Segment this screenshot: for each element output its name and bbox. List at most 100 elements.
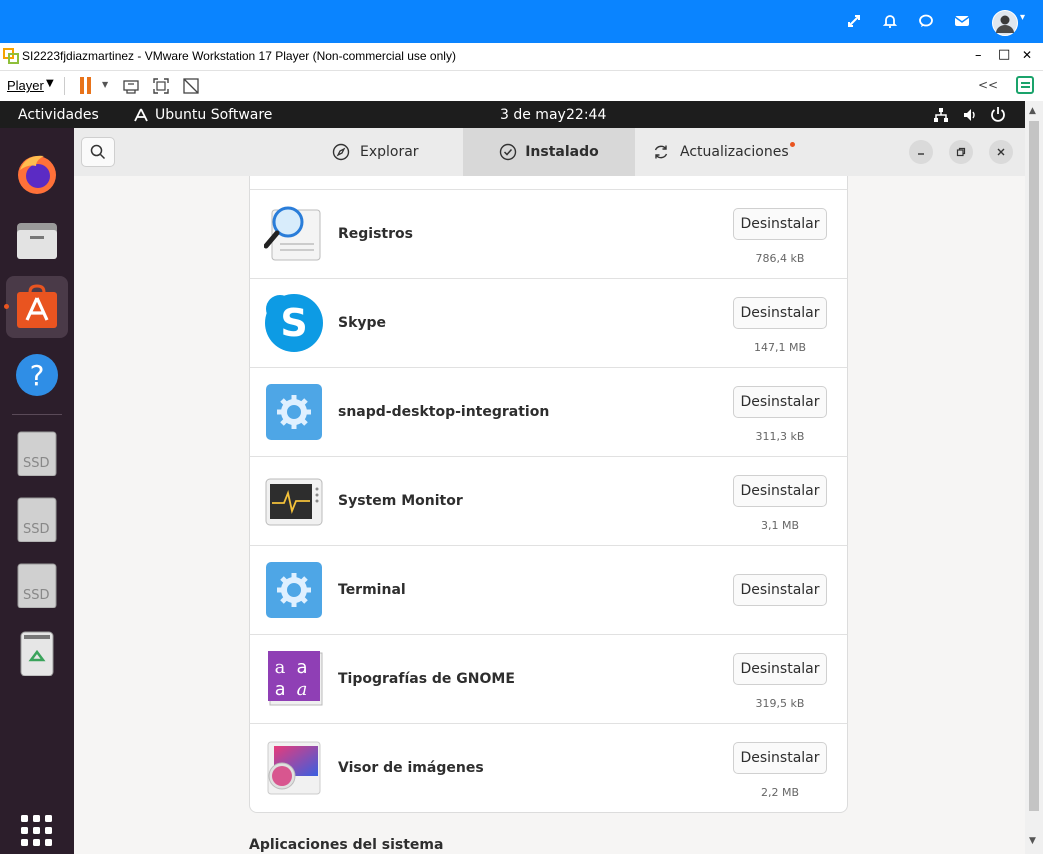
files-icon[interactable] xyxy=(14,218,60,264)
app-name: System Monitor xyxy=(338,493,463,509)
chat-icon[interactable] xyxy=(915,10,937,32)
running-indicator xyxy=(4,304,9,309)
scroll-up-arrow[interactable]: ▲ xyxy=(1029,106,1036,116)
unity-icon[interactable] xyxy=(182,77,200,95)
fullscreen-icon[interactable] xyxy=(152,77,170,95)
minimize-button[interactable] xyxy=(909,140,933,164)
app-size: 147,1 MB xyxy=(753,341,807,354)
app-name: snapd-desktop-integration xyxy=(338,404,550,420)
restore-button[interactable] xyxy=(949,140,973,164)
network-icon[interactable] xyxy=(933,107,949,123)
close-button[interactable]: ✕ xyxy=(1022,48,1032,62)
scroll-down-arrow[interactable]: ▼ xyxy=(1029,836,1036,846)
gear-app-icon xyxy=(264,560,324,620)
logs-icon xyxy=(263,204,324,264)
list-item-tipografias-de-gnome[interactable]: aaaa Tipografías de GNOME Desinstalar 31… xyxy=(249,635,848,724)
expand-icon[interactable] xyxy=(843,10,865,32)
ubuntu-software-icon[interactable] xyxy=(14,284,60,330)
list-item-system-monitor[interactable]: System Monitor Desinstalar 3,1 MB xyxy=(249,457,848,546)
volume-icon[interactable] xyxy=(962,107,978,123)
ssd-label: SSD xyxy=(23,456,50,471)
divider xyxy=(64,77,65,95)
tab-actualizaciones[interactable]: Actualizaciones xyxy=(652,128,832,176)
minimize-button[interactable]: – xyxy=(975,48,982,63)
avatar[interactable] xyxy=(992,10,1018,36)
app-header-bar: Explorar Instalado Actualizaciones xyxy=(74,128,1025,177)
uninstall-button[interactable]: Desinstalar xyxy=(733,653,827,685)
svg-text:a: a xyxy=(297,679,308,700)
tab-label: Explorar xyxy=(360,144,419,160)
ubuntu-software-icon xyxy=(133,107,149,123)
refresh-icon xyxy=(654,145,668,159)
tab-instalado[interactable]: Instalado xyxy=(463,128,635,176)
list-item-terminal[interactable]: Terminal Desinstalar xyxy=(249,546,848,635)
uninstall-button[interactable]: Desinstalar xyxy=(733,475,827,507)
svg-text:a: a xyxy=(296,657,307,678)
date-label[interactable]: 3 de may xyxy=(500,107,566,123)
scrollbar-thumb[interactable] xyxy=(1029,121,1039,811)
app-size: 786,4 kB xyxy=(755,252,805,265)
uninstall-button[interactable]: Desinstalar xyxy=(733,386,827,418)
power-icon[interactable] xyxy=(990,106,1006,122)
list-item-snapd-desktop-integration[interactable]: snapd-desktop-integration Desinstalar 31… xyxy=(249,368,848,457)
bell-icon[interactable] xyxy=(879,10,901,32)
help-icon[interactable]: ? xyxy=(14,352,60,398)
firefox-icon[interactable] xyxy=(14,150,60,196)
list-item-skype[interactable]: S Skype Desinstalar 147,1 MB xyxy=(249,279,848,368)
uninstall-button[interactable]: Desinstalar xyxy=(733,297,827,329)
notes-icon[interactable] xyxy=(1016,76,1034,94)
app-menu[interactable]: Ubuntu Software xyxy=(155,107,272,123)
list-item-registros[interactable]: Registros Desinstalar 786,4 kB xyxy=(249,190,848,279)
vm-toolbar: Player ▼ ▼ << xyxy=(0,71,1043,101)
activities-button[interactable]: Actividades xyxy=(18,107,99,123)
app-size: 3,1 MB xyxy=(760,519,800,532)
player-menu[interactable]: Player xyxy=(7,78,44,93)
collapse-button[interactable]: << xyxy=(978,78,998,92)
app-size: 319,5 kB xyxy=(755,697,805,710)
update-dot xyxy=(790,142,795,147)
vm-title-bar: SI2223fjdiazmartinez - VMware Workstatio… xyxy=(0,43,1043,71)
search-icon xyxy=(90,144,106,160)
send-keys-icon[interactable] xyxy=(122,77,140,95)
uninstall-button[interactable]: Desinstalar xyxy=(733,574,827,606)
ubuntu-top-bar: Actividades Ubuntu Software 3 de may 22:… xyxy=(0,101,1025,128)
ssd-label: SSD xyxy=(23,588,50,603)
uninstall-button[interactable]: Desinstalar xyxy=(733,208,827,240)
mail-icon[interactable] xyxy=(951,10,973,32)
app-name: Skype xyxy=(338,315,387,331)
skype-icon: S xyxy=(264,293,324,353)
app-name: Visor de imágenes xyxy=(338,760,484,776)
chevron-down-icon[interactable]: ▼ xyxy=(102,80,108,89)
clock[interactable]: 22:44 xyxy=(566,107,606,123)
trash-icon[interactable] xyxy=(14,630,60,677)
pause-icon[interactable] xyxy=(80,77,92,94)
app-name: Registros xyxy=(338,226,413,242)
app-size: 311,3 kB xyxy=(755,430,805,443)
list-item-visor-de-imagenes[interactable]: Visor de imágenes Desinstalar 2,2 MB xyxy=(249,724,848,813)
vmware-logo-icon xyxy=(3,48,19,64)
vertical-scrollbar[interactable]: ▲ ▼ xyxy=(1025,101,1043,854)
list-item-partial xyxy=(249,176,848,190)
chevron-down-icon[interactable]: ▾ xyxy=(1020,12,1025,23)
maximize-button[interactable]: □ xyxy=(998,47,1010,62)
fonts-icon: aaaa xyxy=(264,649,324,709)
app-size: 2,2 MB xyxy=(760,786,800,799)
dock-separator xyxy=(12,414,62,415)
show-apps-icon[interactable] xyxy=(20,814,54,848)
chevron-down-icon[interactable]: ▼ xyxy=(46,78,54,89)
section-title: Aplicaciones del sistema xyxy=(249,837,444,853)
ssd-drive-icon[interactable]: SSD xyxy=(14,562,60,609)
search-button[interactable] xyxy=(81,137,115,167)
ssd-drive-icon[interactable]: SSD xyxy=(14,496,60,543)
tab-explorar[interactable]: Explorar xyxy=(332,128,462,176)
close-button[interactable] xyxy=(989,140,1013,164)
app-name: Tipografías de GNOME xyxy=(338,671,515,687)
app-name: Terminal xyxy=(338,582,406,598)
svg-text:?: ? xyxy=(30,359,45,392)
monitor-icon xyxy=(264,471,324,531)
svg-text:a: a xyxy=(275,679,286,700)
image-viewer-icon xyxy=(264,738,324,798)
ssd-drive-icon[interactable]: SSD xyxy=(14,430,60,477)
uninstall-button[interactable]: Desinstalar xyxy=(733,742,827,774)
compass-icon xyxy=(332,143,350,161)
